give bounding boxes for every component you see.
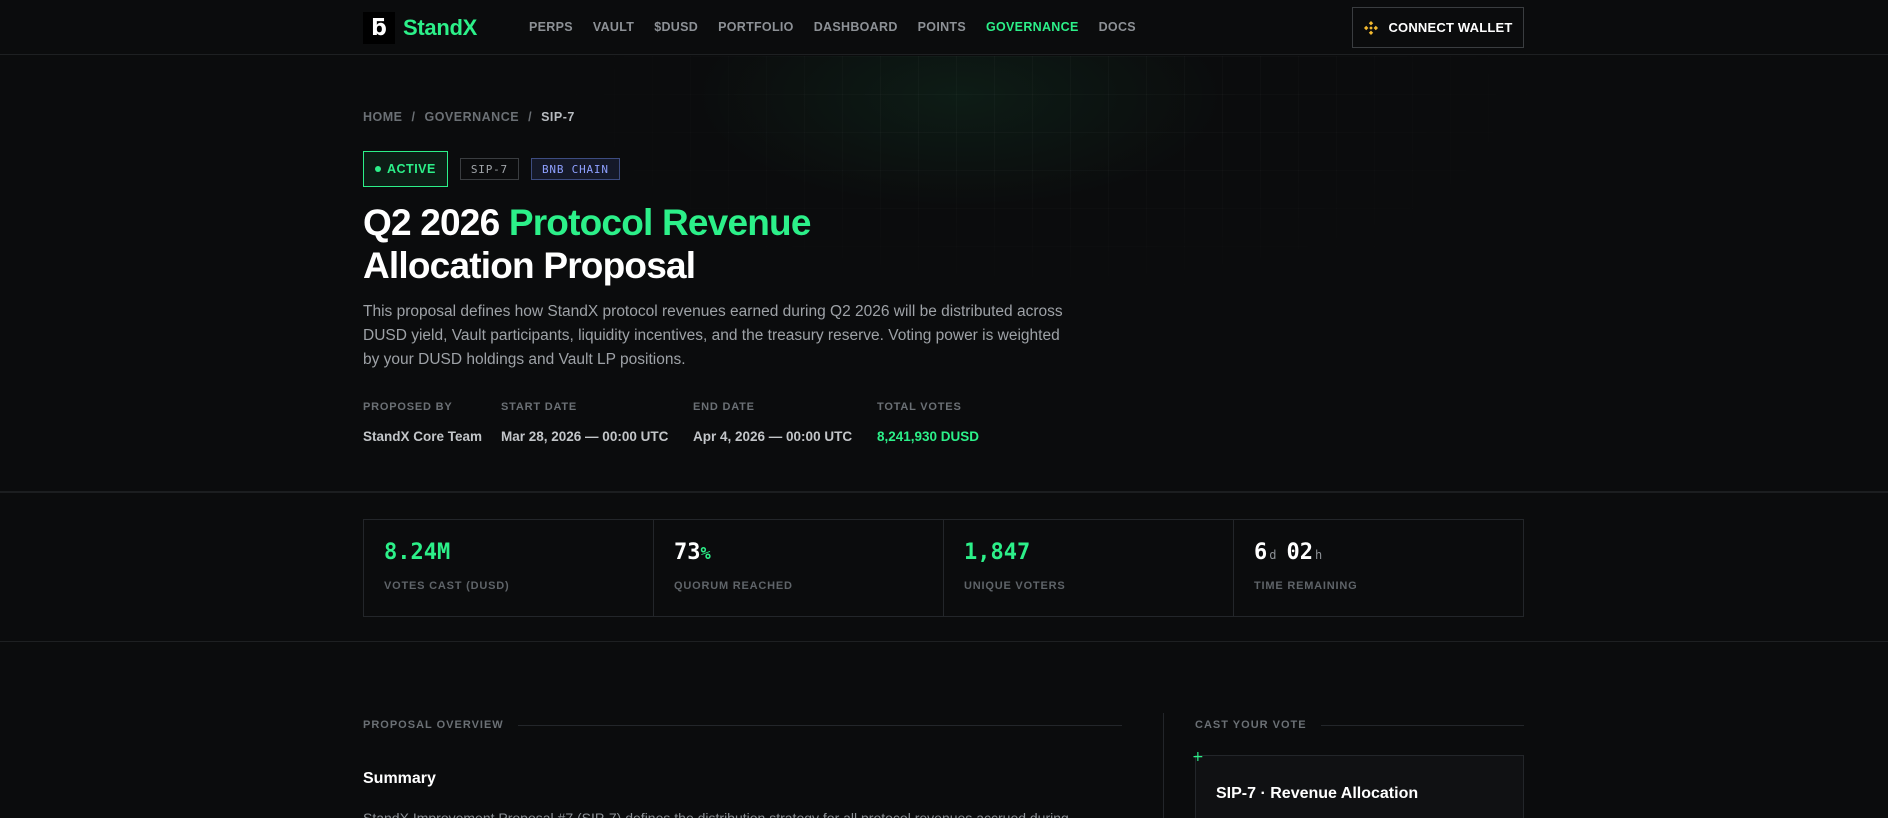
meta-proposed-by: PROPOSED BY StandX Core Team bbox=[363, 401, 482, 444]
nav-link-dashboard[interactable]: DASHBOARD bbox=[814, 20, 898, 34]
sip-tag: SIP-7 bbox=[459, 158, 519, 180]
title-part1: Q2 2026 bbox=[363, 202, 509, 243]
time-days-unit: d bbox=[1269, 548, 1277, 562]
meta-label: TOTAL VOTES bbox=[877, 401, 962, 413]
breadcrumb-governance[interactable]: GOVERNANCE bbox=[424, 110, 519, 124]
section-divider bbox=[517, 724, 1122, 726]
logo-mark-icon: ƃ bbox=[363, 12, 395, 44]
proposal-tags: ACTIVE SIP-7 BNB CHAIN bbox=[363, 151, 620, 187]
time-hours: 02 bbox=[1286, 540, 1313, 565]
meta-value: Apr 4, 2026 — 00:00 UTC bbox=[693, 429, 853, 444]
meta-value: StandX Core Team bbox=[363, 429, 483, 444]
title-highlight: Protocol Revenue bbox=[508, 202, 812, 243]
corner-plus-icon: + bbox=[1192, 749, 1204, 765]
page-title: Q2 2026 Protocol Revenue Allocation Prop… bbox=[363, 201, 811, 287]
stat-unique-voters: 1,847 UNIQUE VOTERS bbox=[944, 520, 1234, 616]
title-part2: Allocation Proposal bbox=[363, 245, 696, 286]
breadcrumb-current: SIP-7 bbox=[541, 110, 575, 124]
stats-band: 8.24M VOTES CAST (DUSD) 73% QUORUM REACH… bbox=[0, 494, 1888, 642]
stat-label: VOTES CAST (DUSD) bbox=[384, 580, 510, 592]
meta-value: Mar 28, 2026 — 00:00 UTC bbox=[501, 429, 669, 444]
quorum-unit: % bbox=[700, 544, 711, 564]
time-hours-unit: h bbox=[1314, 548, 1323, 562]
main-nav: PERPS VAULT $DUSD PORTFOLIO DASHBOARD PO… bbox=[529, 20, 1156, 34]
meta-label: START DATE bbox=[501, 401, 578, 413]
stat-votes-cast: 8.24M VOTES CAST (DUSD) bbox=[364, 520, 654, 616]
top-navbar: ƃ StandX PERPS VAULT $DUSD PORTFOLIO DAS… bbox=[0, 0, 1888, 55]
standx-logo[interactable]: ƃ StandX bbox=[363, 12, 477, 44]
vote-card: + SIP-7 · Revenue Allocation bbox=[1192, 749, 1524, 818]
proposal-description: This proposal defines how StandX protoco… bbox=[363, 303, 1063, 368]
stat-value: 1,847 bbox=[964, 540, 1031, 565]
meta-end-date: END DATE Apr 4, 2026 — 00:00 UTC bbox=[693, 401, 852, 444]
connect-wallet-button[interactable]: CONNECT WALLET bbox=[1352, 7, 1524, 48]
overview-section-header: PROPOSAL OVERVIEW bbox=[363, 719, 1122, 731]
stat-value: 73% bbox=[674, 540, 923, 568]
nav-link-docs[interactable]: DOCS bbox=[1099, 20, 1136, 34]
stat-label: TIME REMAINING bbox=[1254, 580, 1358, 592]
connect-wallet-label: CONNECT WALLET bbox=[1388, 20, 1513, 35]
vote-section-header: CAST YOUR VOTE bbox=[1195, 719, 1524, 731]
time-days: 6 bbox=[1254, 540, 1268, 565]
bnb-icon bbox=[1364, 20, 1379, 35]
overview-section-label: PROPOSAL OVERVIEW bbox=[363, 719, 504, 731]
breadcrumb-home[interactable]: HOME bbox=[363, 110, 403, 124]
stat-quorum: 73% QUORUM REACHED bbox=[654, 520, 944, 616]
nav-link-vault[interactable]: VAULT bbox=[593, 20, 634, 34]
stat-value: 8.24M bbox=[384, 540, 451, 565]
column-divider bbox=[1163, 713, 1164, 818]
stat-label: QUORUM REACHED bbox=[674, 580, 793, 592]
nav-link-governance[interactable]: GOVERNANCE bbox=[986, 20, 1079, 34]
nav-link-perps[interactable]: PERPS bbox=[529, 20, 573, 34]
vote-section-label: CAST YOUR VOTE bbox=[1195, 719, 1307, 731]
stat-label: UNIQUE VOTERS bbox=[964, 580, 1066, 592]
vote-card-title: SIP-7 · Revenue Allocation bbox=[1216, 785, 1419, 802]
meta-label: PROPOSED BY bbox=[363, 401, 453, 413]
status-badge-label: ACTIVE bbox=[387, 162, 436, 176]
summary-text: StandX Improvement Proposal #7 (SIP-7) d… bbox=[363, 810, 1069, 818]
breadcrumb-separator: / bbox=[528, 110, 533, 124]
quorum-value: 73 bbox=[674, 540, 701, 565]
logo-text: StandX bbox=[403, 15, 477, 40]
nav-link-portfolio[interactable]: PORTFOLIO bbox=[718, 20, 794, 34]
chain-tag: BNB CHAIN bbox=[530, 158, 620, 180]
stat-value: 6 d 02 h bbox=[1254, 540, 1503, 568]
nav-link-dusd[interactable]: $DUSD bbox=[654, 20, 698, 34]
meta-total-votes: TOTAL VOTES 8,241,930 DUSD bbox=[877, 401, 979, 444]
breadcrumb: HOME / GOVERNANCE / SIP-7 bbox=[363, 110, 575, 124]
status-dot-icon bbox=[375, 166, 381, 172]
proposal-hero: HOME / GOVERNANCE / SIP-7 ACTIVE SIP-7 B… bbox=[0, 56, 1888, 493]
nav-link-points[interactable]: POINTS bbox=[918, 20, 966, 34]
meta-start-date: START DATE Mar 28, 2026 — 00:00 UTC bbox=[501, 401, 668, 444]
stat-time-remaining: 6 d 02 h TIME REMAINING bbox=[1234, 520, 1523, 616]
meta-value: 8,241,930 DUSD bbox=[877, 429, 980, 444]
breadcrumb-separator: / bbox=[411, 110, 416, 124]
section-divider bbox=[1320, 724, 1524, 726]
summary-heading: Summary bbox=[363, 770, 436, 787]
stats-grid: 8.24M VOTES CAST (DUSD) 73% QUORUM REACH… bbox=[363, 519, 1524, 617]
meta-label: END DATE bbox=[693, 401, 755, 413]
status-badge: ACTIVE bbox=[363, 151, 448, 187]
